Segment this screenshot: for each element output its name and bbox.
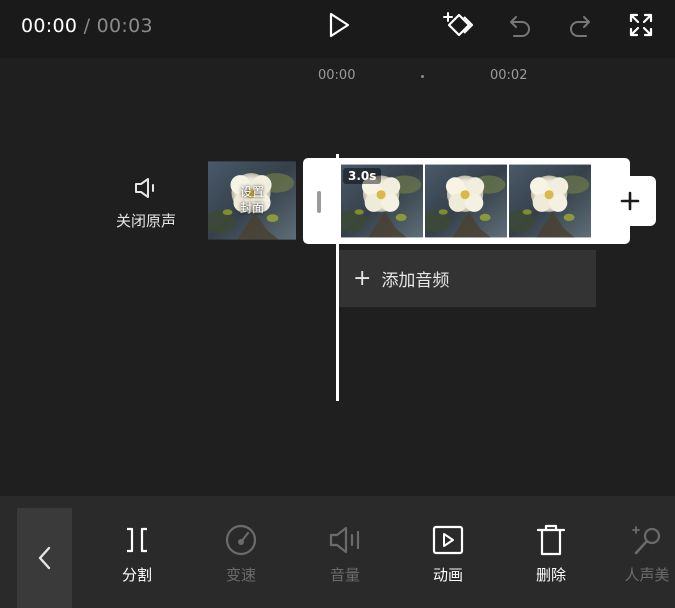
play-button[interactable] — [322, 8, 356, 42]
fullscreen-icon — [629, 13, 653, 37]
edit-toolbar: 分割 变速 音量 动画 删除 人声美 — [0, 496, 675, 608]
add-audio-label: 添加音频 — [381, 271, 450, 291]
cover-label: 设置 封面 — [208, 184, 296, 216]
split-icon — [127, 527, 147, 553]
plus-icon: + — [353, 265, 372, 291]
top-bar: 00:00 / 00:03 — [0, 0, 675, 58]
redo-button[interactable] — [563, 8, 597, 42]
speed-label: 变速 — [225, 566, 256, 584]
clip-duration-badge: 3.0s — [343, 168, 382, 184]
clip-thumbnail — [509, 162, 591, 240]
time-display: 00:00 / 00:03 — [21, 15, 153, 37]
add-audio-button[interactable]: + 添加音频 — [338, 250, 596, 307]
cover-label-line2: 封面 — [239, 201, 264, 215]
total-time: 00:03 — [96, 15, 153, 37]
ruler-label-1: 00:02 — [490, 68, 528, 83]
speaker-icon — [135, 178, 154, 198]
keyframe-icon — [443, 12, 474, 37]
back-button[interactable] — [17, 508, 72, 608]
animation-tool[interactable]: 动画 — [413, 522, 483, 585]
volume-label: 音量 — [329, 566, 360, 584]
mute-label: 关闭原声 — [115, 212, 176, 230]
split-label: 分割 — [121, 566, 152, 584]
undo-button[interactable] — [503, 8, 537, 42]
fullscreen-button[interactable] — [624, 8, 658, 42]
keyframe-button[interactable] — [440, 6, 480, 44]
undo-icon — [510, 16, 530, 37]
volume-icon — [329, 526, 360, 554]
animation-label: 动画 — [432, 566, 463, 584]
voice-beautify-tool[interactable]: 人声美 — [612, 522, 675, 585]
add-clip-button[interactable] — [604, 176, 656, 226]
mute-original-audio-button[interactable]: 关闭原声 — [106, 176, 186, 231]
set-cover-button[interactable]: 设置 封面 — [208, 158, 296, 243]
speed-icon — [225, 524, 257, 556]
time-separator: / — [77, 15, 97, 37]
chevron-left-icon — [38, 546, 50, 570]
volume-tool[interactable]: 音量 — [310, 522, 380, 585]
animation-icon — [432, 525, 464, 555]
voice-beautify-label: 人声美 — [624, 566, 670, 584]
ruler-label-0: 00:00 — [318, 68, 356, 83]
clip-trim-handle-left[interactable] — [317, 191, 321, 213]
delete-label: 删除 — [535, 566, 566, 584]
speed-tool[interactable]: 变速 — [206, 522, 276, 585]
plus-icon — [620, 191, 640, 211]
split-tool[interactable]: 分割 — [102, 522, 172, 585]
trash-icon — [536, 524, 566, 556]
play-icon — [329, 12, 350, 38]
current-time: 00:00 — [21, 15, 78, 37]
clip-thumbnail — [425, 162, 507, 240]
redo-icon — [570, 16, 590, 37]
playhead[interactable] — [336, 154, 339, 401]
delete-tool[interactable]: 删除 — [516, 522, 586, 585]
cover-label-line1: 设置 — [239, 185, 264, 199]
ruler-dot — [421, 75, 424, 78]
timeline-area[interactable]: 00:00 00:02 关闭原声 设置 封面 3.0s + 添加音频 — [0, 58, 675, 496]
microphone-icon — [632, 526, 661, 555]
